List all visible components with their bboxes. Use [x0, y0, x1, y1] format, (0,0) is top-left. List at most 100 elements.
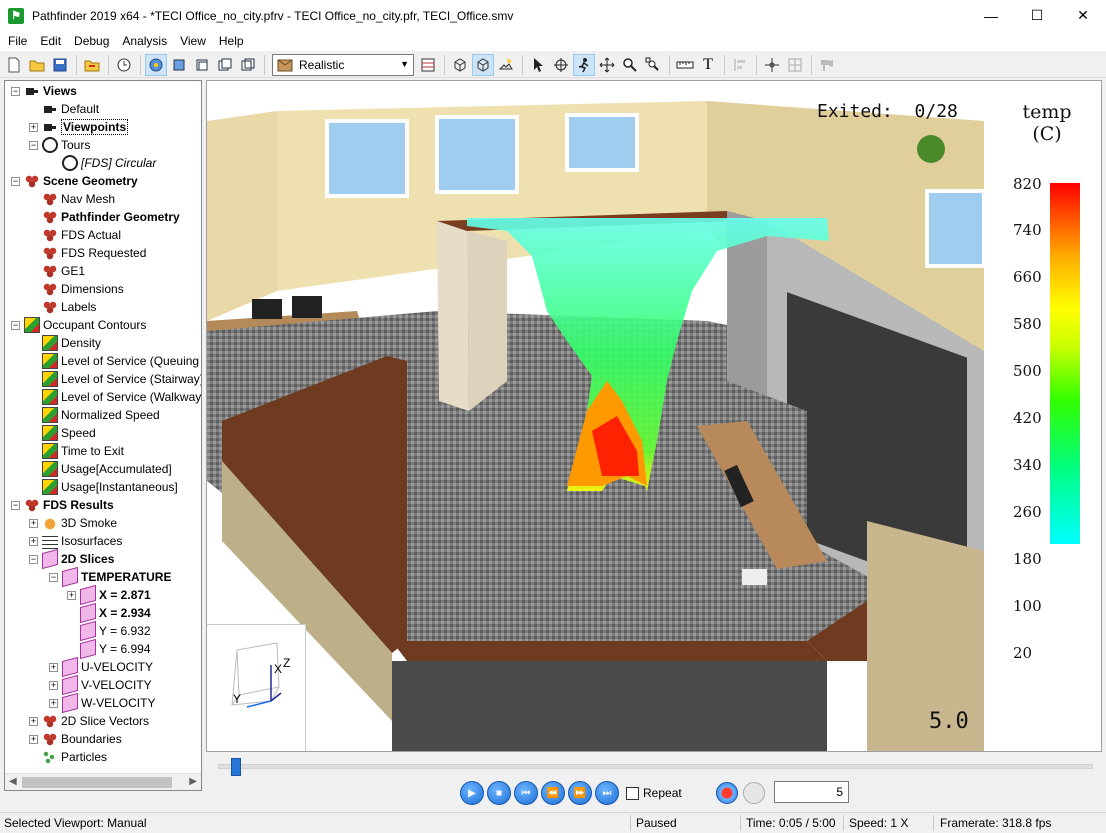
center-icon[interactable]	[761, 54, 783, 76]
menu-file[interactable]: File	[3, 34, 32, 48]
expand-icon[interactable]: +	[49, 698, 58, 708]
expand-icon[interactable]: +	[29, 122, 38, 132]
expand-icon[interactable]: +	[67, 590, 76, 600]
timer-icon[interactable]	[113, 54, 135, 76]
stop-button[interactable]: ■	[487, 781, 511, 805]
walk-icon[interactable]	[573, 53, 595, 76]
tree-item[interactable]: − Views	[11, 82, 77, 100]
orbit-icon[interactable]	[145, 53, 167, 76]
select-pointer-icon[interactable]	[527, 54, 549, 76]
tree-item[interactable]: Default	[29, 100, 99, 118]
menu-help[interactable]: Help	[214, 34, 249, 48]
tree-item[interactable]: Y = 6.932	[67, 620, 151, 642]
tree-item[interactable]: FDS Requested	[29, 244, 146, 262]
tree-item[interactable]: − Scene Geometry	[11, 172, 138, 190]
move-icon[interactable]	[550, 54, 572, 76]
new-file-icon[interactable]	[3, 54, 25, 76]
step-back-button[interactable]: ⏪	[541, 781, 565, 805]
expand-icon[interactable]: +	[29, 518, 38, 528]
navigation-tree[interactable]: − Views Default + Viewpoints − Tours [FDS] Circ…	[4, 80, 202, 791]
scroll-left-icon[interactable]: ◀	[9, 776, 17, 787]
tree-item[interactable]: Level of Service (Queuing	[29, 352, 199, 370]
timeline-slider-thumb[interactable]	[231, 758, 241, 776]
expand-icon[interactable]: +	[29, 536, 38, 546]
collapse-icon[interactable]: −	[49, 572, 58, 582]
smooth-icon[interactable]	[495, 54, 517, 76]
view-side-icon[interactable]	[214, 54, 236, 76]
tree-item[interactable]: + Viewpoints	[29, 118, 129, 136]
menu-debug[interactable]: Debug	[69, 34, 114, 48]
record-button[interactable]	[715, 782, 738, 804]
scroll-right-icon[interactable]: ▶	[189, 776, 197, 787]
tree-item[interactable]: + Boundaries	[29, 730, 122, 748]
maximize-button[interactable]: ☐	[1014, 0, 1060, 31]
tree-item[interactable]: Labels	[29, 298, 96, 316]
tree-item[interactable]: Dimensions	[29, 280, 124, 298]
step-forward-button[interactable]: ⏩	[568, 781, 592, 805]
scene-icon[interactable]	[816, 54, 838, 76]
view-front-icon[interactable]	[168, 54, 190, 76]
collapse-icon[interactable]: −	[11, 500, 20, 510]
menu-view[interactable]: View	[175, 34, 211, 48]
collapse-icon[interactable]: −	[29, 140, 38, 150]
align-icon[interactable]	[729, 54, 751, 76]
tree-item[interactable]: [FDS] Circular	[49, 154, 156, 172]
tree-item[interactable]: +3D Smoke	[29, 514, 117, 532]
skip-to-end-button[interactable]: ⏭	[595, 781, 619, 805]
tree-item[interactable]: Y = 6.994	[67, 638, 151, 660]
tree-item[interactable]: − Occupant Contours	[11, 316, 146, 334]
expand-icon[interactable]: +	[29, 734, 38, 744]
measure-icon[interactable]	[674, 54, 696, 76]
color-table-icon[interactable]	[417, 54, 439, 76]
tree-horizontal-scrollbar[interactable]: ◀ ▶	[5, 773, 201, 790]
render-mode-select[interactable]: Realistic ▼	[272, 53, 414, 76]
timeline-track[interactable]	[218, 764, 1093, 769]
tree-item[interactable]: Density	[29, 334, 101, 352]
collapse-icon[interactable]: −	[29, 554, 38, 564]
repeat-toggle[interactable]: Repeat	[626, 786, 682, 800]
skip-to-start-button[interactable]: ⏮	[514, 781, 538, 805]
solid-icon[interactable]	[472, 53, 494, 76]
tree-item[interactable]: X = 2.934	[67, 602, 151, 624]
expand-icon[interactable]: +	[29, 716, 38, 726]
expand-icon[interactable]: +	[49, 680, 58, 690]
tree-item[interactable]: Normalized Speed	[29, 406, 160, 424]
collapse-icon[interactable]: −	[11, 176, 20, 186]
snap-icon[interactable]	[784, 54, 806, 76]
axes-triad[interactable]: X Z Y	[207, 624, 306, 751]
tree-item[interactable]: + U-VELOCITY	[49, 656, 153, 678]
pan-icon[interactable]	[596, 54, 618, 76]
zoom-fit-icon[interactable]	[642, 54, 664, 76]
close-button[interactable]: ✕	[1060, 0, 1106, 31]
save-icon[interactable]	[49, 54, 71, 76]
repeat-checkbox[interactable]	[626, 786, 639, 800]
tree-item[interactable]: Usage[Instantaneous]	[29, 478, 178, 496]
view-top-icon[interactable]	[191, 54, 213, 76]
tree-item[interactable]: Usage[Accumulated]	[29, 460, 172, 478]
collapse-icon[interactable]: −	[11, 86, 20, 96]
tree-item[interactable]: − Tours	[29, 136, 90, 154]
tree-item[interactable]: + Isosurfaces	[29, 532, 122, 550]
text-icon[interactable]: T	[697, 54, 719, 76]
tree-item[interactable]: Nav Mesh	[29, 190, 115, 208]
tree-item[interactable]: FDS Actual	[29, 226, 121, 244]
play-button[interactable]: ▶	[460, 781, 484, 805]
expand-icon[interactable]: +	[49, 662, 58, 672]
tree-item[interactable]: − 2D Slices	[29, 548, 114, 570]
minimize-button[interactable]: —	[968, 0, 1014, 31]
collapse-icon[interactable]: −	[11, 320, 20, 330]
tree-item[interactable]: Pathfinder Geometry	[29, 208, 180, 226]
scrollbar-thumb[interactable]	[22, 777, 172, 788]
open-folder-icon[interactable]	[26, 54, 48, 76]
view-iso-icon[interactable]	[237, 54, 259, 76]
wireframe-icon[interactable]	[449, 54, 471, 76]
tree-item[interactable]: − FDS Results	[11, 496, 114, 514]
tree-item[interactable]: Level of Service (Walkway	[29, 388, 201, 406]
tree-item[interactable]: Level of Service (Stairway)	[29, 370, 201, 388]
import-icon[interactable]	[81, 54, 103, 76]
3d-viewport[interactable]: Exited: 0/28 temp (C) 820 740 660 580 500 420…	[206, 80, 1102, 752]
frame-input[interactable]: 5	[774, 781, 849, 803]
stop-record-button[interactable]	[742, 782, 765, 804]
menu-analysis[interactable]: Analysis	[117, 34, 172, 48]
tree-item[interactable]: +2D Slice Vectors	[29, 712, 149, 730]
